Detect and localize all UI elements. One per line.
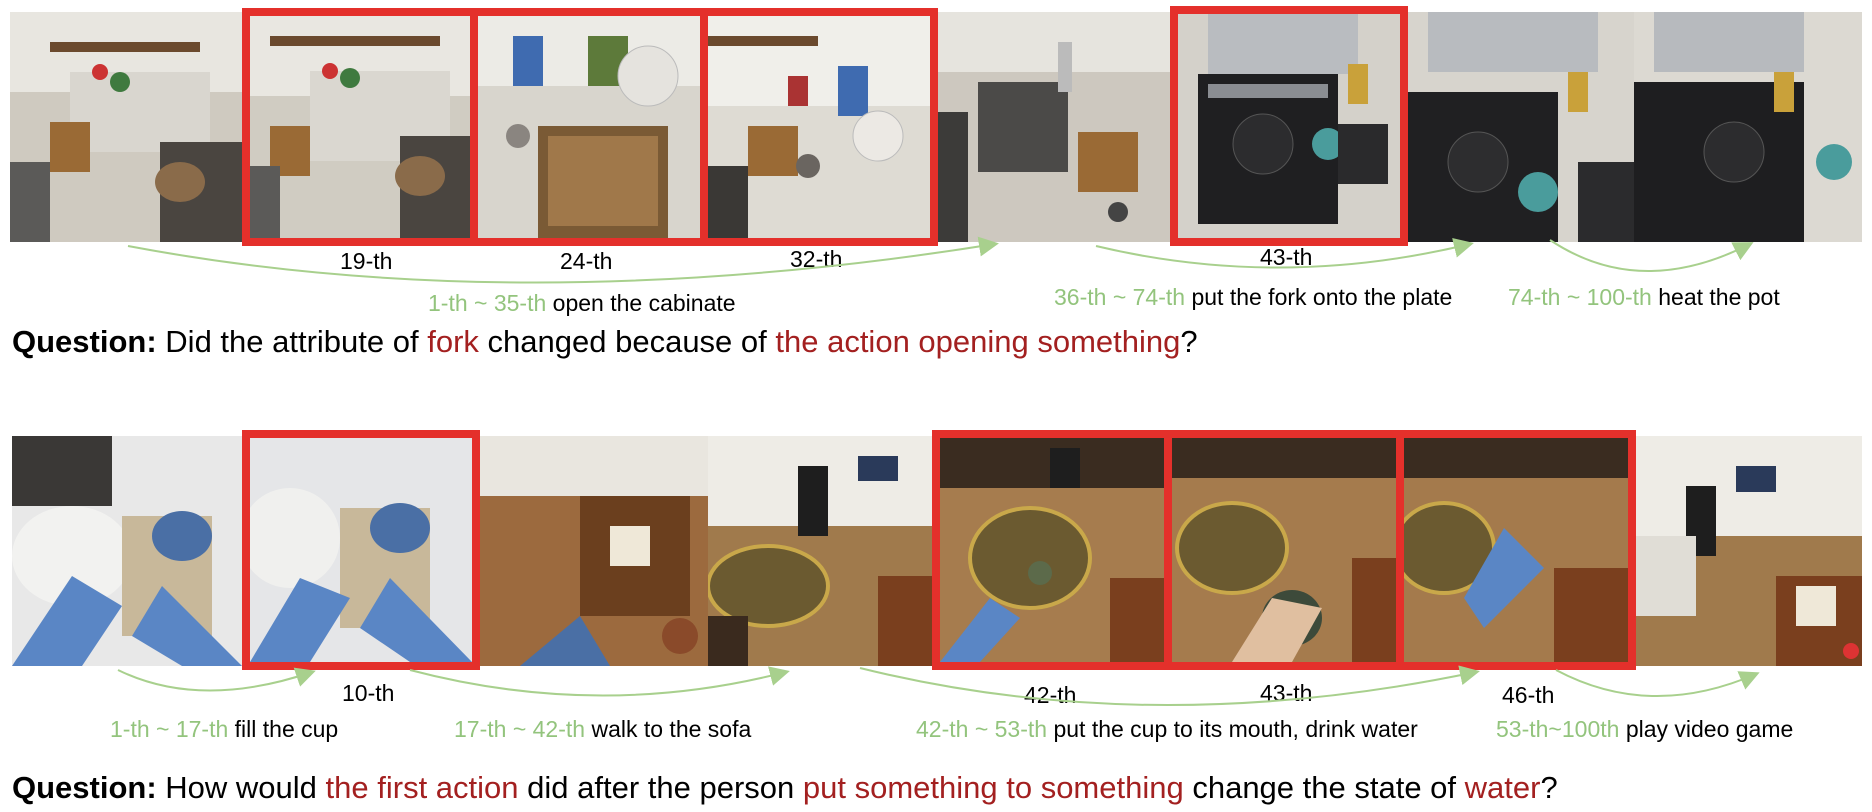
action-text: open the cabinate xyxy=(552,290,736,316)
question-text: ? xyxy=(1180,324,1198,359)
question-text: did after the person xyxy=(518,770,803,805)
video-frame xyxy=(708,436,940,666)
action-segment: 53-th~100th play video game xyxy=(1496,716,1793,743)
frame-label: 43-th xyxy=(1260,244,1313,270)
question-1: Question: Did the attribute of fork chan… xyxy=(12,324,1198,360)
question-2: Question: How would the first action did… xyxy=(12,770,1558,806)
frame-label: 46-th xyxy=(1502,682,1555,708)
segment-arrow xyxy=(859,665,1480,706)
frame-range: 42-th ~ 53-th xyxy=(916,716,1048,742)
question-text: changed because of xyxy=(478,324,776,359)
question-prefix: Question: xyxy=(12,324,157,359)
question-highlight: the action opening something xyxy=(775,324,1181,359)
frame-range: 17-th ~ 42-th xyxy=(454,716,586,742)
video-frame xyxy=(12,436,242,666)
frame-label: 32-th xyxy=(790,246,843,272)
action-segment: 42-th ~ 53-th put the cup to its mouth, … xyxy=(916,716,1418,743)
action-segment: 74-th ~ 100-th heat the pot xyxy=(1508,284,1780,311)
action-text: fill the cup xyxy=(234,716,339,742)
segment-arrow xyxy=(117,667,316,692)
question-text: Did the attribute of xyxy=(165,324,428,359)
highlighted-video-frame xyxy=(242,8,478,246)
action-segment: 36-th ~ 74-th put the fork onto the plat… xyxy=(1054,284,1452,311)
highlighted-video-frame xyxy=(470,8,708,246)
action-text: put the cup to its mouth, drink water xyxy=(1053,716,1418,742)
question-text: ? xyxy=(1540,770,1558,805)
frame-label: 24-th xyxy=(560,248,613,274)
action-text: heat the pot xyxy=(1658,284,1780,310)
question-highlight: fork xyxy=(427,324,479,359)
action-segment: 1-th ~ 35-th open the cabinate xyxy=(428,290,736,317)
frame-range: 1-th ~ 17-th xyxy=(110,716,229,742)
segment-arrow xyxy=(1549,239,1754,273)
action-segment: 17-th ~ 42-th walk to the sofa xyxy=(454,716,751,743)
highlighted-video-frame xyxy=(1396,430,1636,670)
segment-arrow xyxy=(1555,669,1760,698)
frame-label: 42-th xyxy=(1024,682,1077,708)
frame-range: 1-th ~ 35-th xyxy=(428,290,547,316)
video-frame xyxy=(480,436,708,666)
action-segment: 1-th ~ 17-th fill the cup xyxy=(110,716,338,743)
highlighted-video-frame xyxy=(700,8,938,246)
video-frame xyxy=(938,12,1170,242)
action-text: walk to the sofa xyxy=(591,716,752,742)
question-highlight: the first action xyxy=(325,770,519,805)
video-frame xyxy=(10,12,242,242)
frame-range: 74-th ~ 100-th xyxy=(1508,284,1652,310)
highlighted-video-frame xyxy=(932,430,1172,670)
frame-label: 19-th xyxy=(340,248,393,274)
action-text: play video game xyxy=(1625,716,1794,742)
frame-label: 43-th xyxy=(1260,680,1313,706)
video-frame xyxy=(1408,12,1634,242)
video-frame xyxy=(1636,436,1862,666)
frame-range: 53-th~100th xyxy=(1496,716,1620,742)
segment-arrow xyxy=(409,666,790,697)
question-text: How would xyxy=(165,770,326,805)
frame-label: 10-th xyxy=(342,680,395,706)
highlighted-video-frame xyxy=(242,430,480,670)
question-highlight: put something to something xyxy=(802,770,1184,805)
question-text: change the state of xyxy=(1183,770,1465,805)
highlighted-video-frame xyxy=(1170,6,1408,246)
action-text: put the fork onto the plate xyxy=(1191,284,1453,310)
video-frame xyxy=(1634,12,1862,242)
question-prefix: Question: xyxy=(12,770,157,805)
frame-range: 36-th ~ 74-th xyxy=(1054,284,1186,310)
question-highlight: water xyxy=(1464,770,1541,805)
highlighted-video-frame xyxy=(1164,430,1404,670)
